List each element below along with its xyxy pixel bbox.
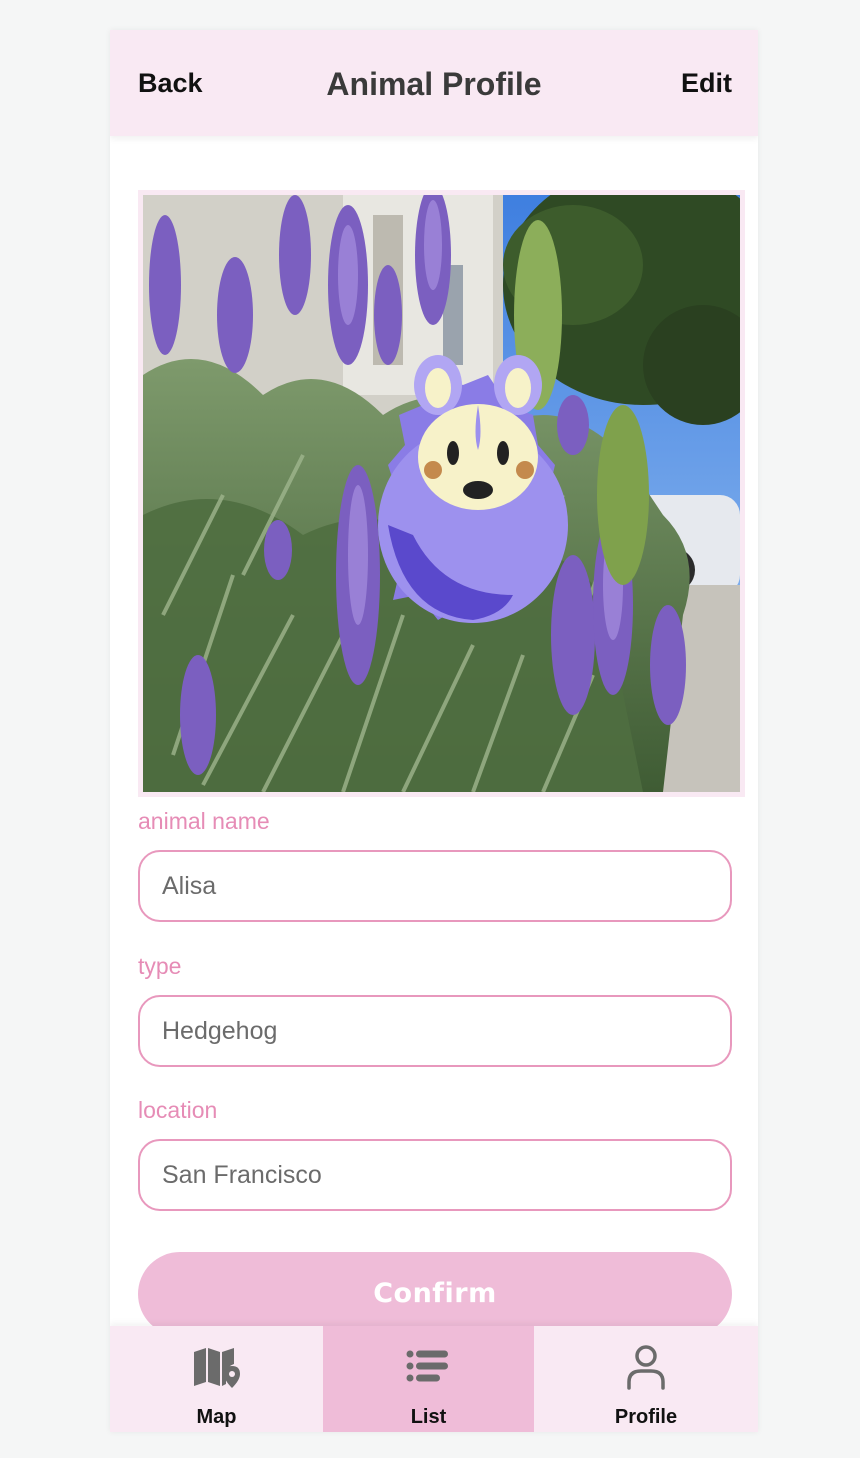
animal-photo (143, 195, 740, 792)
edit-button[interactable]: Edit (681, 68, 732, 99)
confirm-button[interactable]: Confirm (138, 1252, 732, 1336)
type-input[interactable] (138, 995, 732, 1067)
tab-map-label: Map (196, 1406, 237, 1428)
map-icon (193, 1348, 240, 1388)
bottom-tab-bar: Map List Profile (110, 1326, 758, 1432)
tab-profile[interactable]: Profile (534, 1326, 758, 1432)
location-input[interactable] (138, 1139, 732, 1211)
photo-scene (143, 195, 740, 792)
profile-icon (627, 1345, 665, 1390)
tab-list[interactable]: List (323, 1326, 534, 1432)
animal-photo-frame (138, 190, 745, 797)
animal-name-label: animal name (138, 808, 270, 834)
location-label: location (138, 1097, 218, 1123)
app-screen: Back Animal Profile Edit animal name Ali… (110, 30, 758, 1432)
list-icon (406, 1350, 448, 1382)
type-label: type (138, 953, 182, 979)
tab-map[interactable]: Map (110, 1326, 323, 1432)
top-nav-bar: Back Animal Profile Edit (110, 30, 758, 136)
page-title: Animal Profile (326, 66, 542, 102)
animal-name-input[interactable] (138, 850, 732, 922)
tab-list-label: List (410, 1406, 447, 1428)
tab-profile-label: Profile (614, 1406, 678, 1428)
